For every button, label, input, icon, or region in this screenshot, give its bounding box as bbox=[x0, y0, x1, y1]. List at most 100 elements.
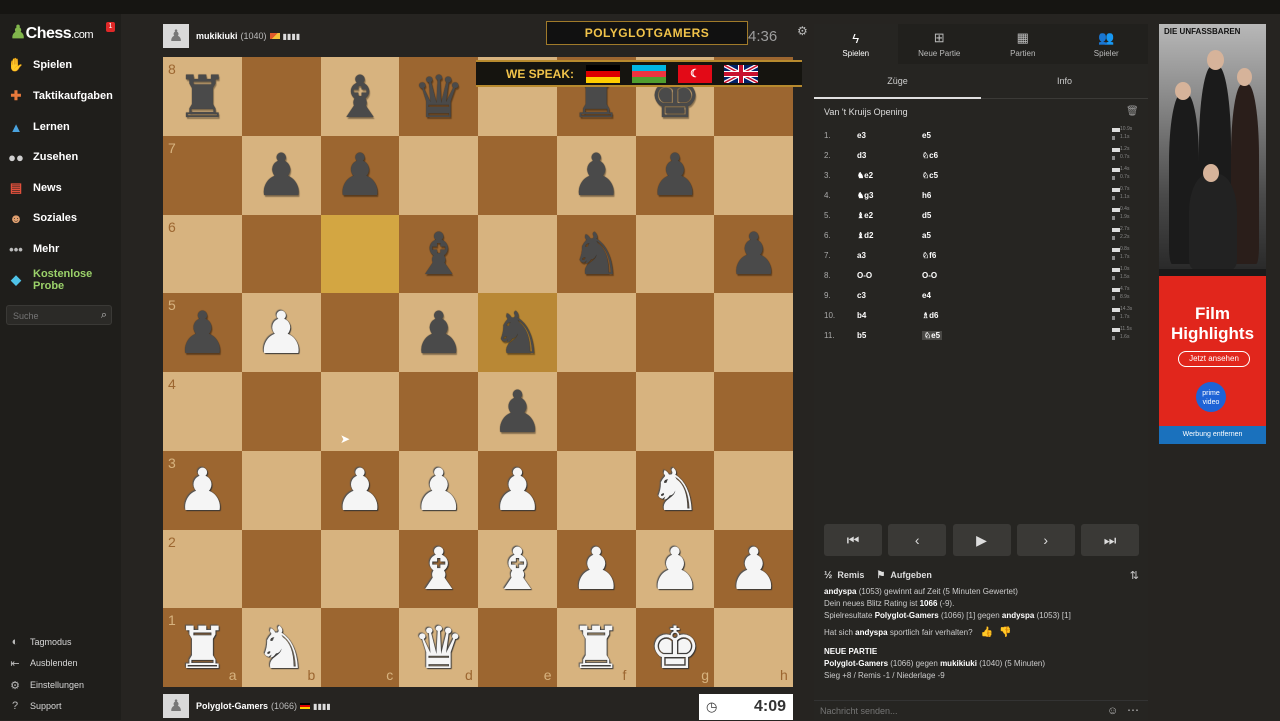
square-h3[interactable] bbox=[714, 450, 793, 530]
black-move[interactable]: h6 bbox=[922, 191, 931, 200]
black-move[interactable]: ♘c6 bbox=[922, 151, 938, 160]
square-g5[interactable] bbox=[635, 293, 715, 372]
square-f4[interactable] bbox=[556, 372, 636, 451]
black-move[interactable]: ♘c5 bbox=[922, 171, 938, 180]
sidebar-item-taktikaufgaben[interactable]: ✚ Taktikaufgaben bbox=[8, 85, 113, 107]
avatar[interactable]: ♟ bbox=[163, 694, 189, 718]
white-move[interactable]: O-O bbox=[857, 271, 872, 280]
black-move[interactable]: O-O bbox=[922, 271, 937, 280]
sidebar-item-mehr[interactable]: ••• Mehr bbox=[8, 238, 59, 260]
black-move[interactable]: d5 bbox=[922, 211, 931, 220]
square-b3[interactable] bbox=[241, 450, 321, 530]
last-move-button[interactable]: ⏭ bbox=[1081, 524, 1139, 556]
chess-board[interactable]: 8 7 6 5 4 3 2 1 a b c d e f g h ♜ ♝ ♛ ♜ ♚ ♟ ♟ ♟ ♟ ♝ ♞ ♟ ♟ ♟ ♟ ♞ ♟ ♟ ♟ ♟ ♟ ♞ ♝ ♝… bbox=[163, 57, 793, 687]
player-name[interactable]: mukikiuki bbox=[196, 31, 238, 41]
white-pawn-a3[interactable]: ♟ bbox=[163, 451, 242, 530]
sidebar-item-trial[interactable]: ◆ Kostenlose Probe bbox=[8, 268, 108, 292]
white-queen-d1[interactable]: ♛ bbox=[399, 608, 478, 687]
first-move-button[interactable]: ⏮ bbox=[824, 524, 882, 556]
square-h7[interactable] bbox=[714, 135, 793, 215]
white-pawn-f2[interactable]: ♟ bbox=[557, 530, 636, 609]
thumbs-up-icon[interactable]: 👍 bbox=[981, 627, 993, 639]
black-pawn-a5[interactable]: ♟ bbox=[163, 293, 242, 372]
black-move[interactable]: ♘e5 bbox=[922, 331, 943, 340]
white-pawn-h2[interactable]: ♟ bbox=[714, 530, 793, 609]
thumbs-down-icon[interactable]: 👎 bbox=[999, 627, 1011, 639]
square-c2[interactable] bbox=[320, 529, 400, 609]
white-move[interactable]: ♝d2 bbox=[857, 231, 874, 240]
white-move[interactable]: ♝e2 bbox=[857, 211, 873, 220]
white-move[interactable]: e3 bbox=[857, 131, 866, 140]
flip-board-icon[interactable]: ⇅ bbox=[1130, 569, 1139, 582]
black-pawn-g7[interactable]: ♟ bbox=[636, 136, 715, 215]
black-move[interactable]: ♗d6 bbox=[922, 311, 939, 320]
square-b8[interactable] bbox=[241, 57, 321, 136]
sidebar-item-news[interactable]: ▤ News bbox=[8, 177, 62, 199]
remove-ads-link[interactable]: Werbung entfernen bbox=[1159, 426, 1266, 444]
white-knight-g3[interactable]: ♞ bbox=[636, 451, 715, 530]
square-c4[interactable] bbox=[320, 372, 400, 451]
sidebar-item-lernen[interactable]: ▲ Lernen bbox=[8, 116, 70, 138]
black-pawn-d5[interactable]: ♟ bbox=[399, 293, 478, 372]
white-pawn-d3[interactable]: ♟ bbox=[399, 451, 478, 530]
white-bishop-e2[interactable]: ♝ bbox=[478, 530, 557, 609]
square-g4[interactable] bbox=[635, 372, 715, 451]
black-bishop-c8[interactable]: ♝ bbox=[321, 57, 400, 136]
square-h5[interactable] bbox=[714, 293, 793, 372]
tab-spielen[interactable]: ϟ Spielen bbox=[814, 24, 898, 64]
square-h4[interactable] bbox=[714, 372, 793, 451]
square-e7[interactable] bbox=[478, 135, 557, 215]
chat-input[interactable] bbox=[814, 701, 1086, 721]
black-rook-a8[interactable]: ♜ bbox=[163, 57, 242, 136]
tab-spieler[interactable]: 👥 Spieler bbox=[1065, 24, 1149, 64]
trash-icon[interactable]: 🗑 bbox=[1126, 106, 1139, 117]
black-pawn-c7[interactable]: ♟ bbox=[321, 136, 400, 215]
white-move[interactable]: ♞g3 bbox=[857, 191, 874, 200]
sidebar-einstellungen[interactable]: ⚙ Einstellungen bbox=[8, 677, 84, 693]
white-rook-f1[interactable]: ♜ bbox=[557, 608, 636, 687]
search-icon[interactable]: ⌕ bbox=[101, 309, 107, 322]
white-pawn-c3[interactable]: ♟ bbox=[321, 451, 400, 530]
square-e6[interactable] bbox=[478, 214, 557, 294]
black-pawn-e4[interactable]: ♟ bbox=[478, 372, 557, 451]
white-move[interactable]: b4 bbox=[857, 311, 866, 320]
square-c6[interactable] bbox=[320, 214, 400, 294]
black-pawn-f7[interactable]: ♟ bbox=[557, 136, 636, 215]
player-name[interactable]: Polyglot-Gamers bbox=[196, 701, 268, 711]
square-g6[interactable] bbox=[635, 214, 715, 294]
black-knight-f6[interactable]: ♞ bbox=[557, 215, 636, 294]
white-move[interactable]: b5 bbox=[857, 331, 866, 340]
square-d4[interactable] bbox=[399, 372, 478, 451]
sidebar-search[interactable]: ⌕ bbox=[6, 305, 112, 325]
emoji-icon[interactable]: ☺ bbox=[1107, 705, 1118, 717]
white-move[interactable]: a3 bbox=[857, 251, 866, 260]
white-king-g1[interactable]: ♚ bbox=[636, 608, 715, 687]
white-knight-b1[interactable]: ♞ bbox=[242, 608, 321, 687]
tab-zuege[interactable]: Züge bbox=[814, 70, 981, 99]
tab-neue-partie[interactable]: ⊞ Neue Partie bbox=[898, 24, 982, 64]
previous-move-button[interactable]: ‹ bbox=[888, 524, 947, 556]
black-move[interactable]: e4 bbox=[922, 291, 931, 300]
square-f3[interactable] bbox=[556, 450, 636, 530]
black-queen-d8[interactable]: ♛ bbox=[399, 57, 478, 136]
white-rook-a1[interactable]: ♜ bbox=[163, 608, 242, 687]
square-c5[interactable] bbox=[320, 293, 400, 372]
black-move[interactable]: a5 bbox=[922, 231, 931, 240]
aufgeben-button[interactable]: ⚑ Aufgeben bbox=[876, 570, 931, 581]
search-input[interactable] bbox=[7, 307, 99, 325]
black-knight-e5[interactable]: ♞ bbox=[478, 293, 557, 372]
next-move-button[interactable]: › bbox=[1016, 524, 1075, 556]
white-bishop-d2[interactable]: ♝ bbox=[399, 530, 478, 609]
sidebar-support[interactable]: ? Support bbox=[8, 698, 62, 714]
notification-badge[interactable]: 1 bbox=[106, 22, 115, 32]
white-move[interactable]: c3 bbox=[857, 291, 866, 300]
white-pawn-e3[interactable]: ♟ bbox=[478, 451, 557, 530]
play-button[interactable]: ▶ bbox=[952, 524, 1011, 556]
remis-button[interactable]: ½ Remis bbox=[824, 570, 864, 581]
black-move[interactable]: ♘f6 bbox=[922, 251, 936, 260]
board-settings-gear-icon[interactable]: ⚙ bbox=[797, 24, 808, 38]
square-b2[interactable] bbox=[241, 529, 321, 609]
square-b4[interactable] bbox=[241, 372, 321, 451]
white-move[interactable]: ♞e2 bbox=[857, 171, 873, 180]
opening-name[interactable]: Van 't Kruijs Opening bbox=[824, 107, 908, 117]
